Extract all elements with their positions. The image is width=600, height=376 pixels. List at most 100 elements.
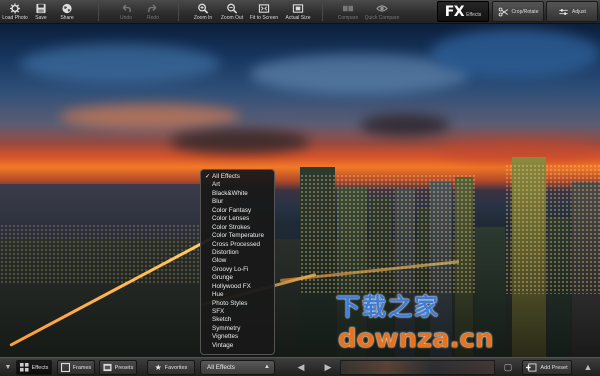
presets-icon xyxy=(103,363,112,372)
tab-favorites-label: Favorites xyxy=(164,364,188,371)
watermark-chinese: 下载之家 xyxy=(336,293,440,321)
dropdown-item[interactable]: Color Strokes xyxy=(201,224,274,232)
redo-arrow-icon xyxy=(148,4,157,13)
dropdown-item-label: Sketch xyxy=(212,316,232,324)
dropdown-item-label: Blur xyxy=(212,198,224,206)
toolbar-divider xyxy=(178,3,179,21)
adjust-button[interactable]: Adjust xyxy=(546,1,598,22)
dropdown-item[interactable]: ✓ All Effects xyxy=(201,173,274,181)
panel-toggle-icon[interactable]: ▼ xyxy=(2,361,14,374)
dropdown-item-label: Color Fantasy xyxy=(212,206,252,214)
zoom-out-button[interactable]: Zoom Out xyxy=(217,0,247,24)
undo-button[interactable]: Undo xyxy=(111,0,141,24)
globe-icon xyxy=(62,3,72,14)
dropdown-item-label: SFX xyxy=(212,308,225,315)
redo-button[interactable]: Redo xyxy=(138,0,168,24)
dropdown-item[interactable]: Hue xyxy=(201,291,274,299)
dropdown-item[interactable]: Color Temperature xyxy=(201,232,274,240)
dropdown-item-label: Vignettes xyxy=(212,333,239,341)
dropdown-item[interactable]: Art xyxy=(201,181,274,189)
sliders-icon xyxy=(559,8,568,15)
photo-canvas[interactable]: 下载之家 downza.cn xyxy=(0,24,600,357)
zoom-out-icon xyxy=(227,3,238,14)
zoom-in-label: Zoom In xyxy=(193,15,213,21)
dropdown-item[interactable]: Symmetry xyxy=(201,325,274,333)
cloud-shape xyxy=(60,104,240,129)
arrow-right-icon: ▶ xyxy=(324,362,332,372)
dropdown-item-label: Distortion xyxy=(212,248,239,256)
effect-thumbnail-strip[interactable] xyxy=(340,360,495,375)
fit-to-screen-button[interactable]: Fit to Screen xyxy=(248,0,280,24)
dropdown-item-label: Glow xyxy=(212,257,227,265)
zoom-in-icon xyxy=(198,3,209,14)
chevron-up-icon: ▲ xyxy=(264,364,270,370)
triangle-up-icon: ▲ xyxy=(583,362,593,372)
actual-size-button[interactable]: Actual Size xyxy=(283,0,313,24)
expand-panel-button[interactable]: ▲ xyxy=(580,361,596,374)
cloud-shape xyxy=(170,129,310,154)
share-button[interactable]: Share xyxy=(52,0,82,24)
tab-effects[interactable]: Effects xyxy=(16,360,52,375)
dropdown-item-label: Vintage xyxy=(212,341,234,349)
fit-screen-icon xyxy=(258,4,270,13)
effects-mode-button[interactable]: FX Effects xyxy=(437,1,489,22)
dropdown-item[interactable]: Blur xyxy=(201,198,274,206)
scroll-left-button[interactable]: ◀ xyxy=(293,361,309,374)
dropdown-item[interactable]: Distortion xyxy=(201,249,274,257)
dropdown-item-label: Black&White xyxy=(212,189,248,197)
dropdown-item[interactable]: Hollywood FX xyxy=(201,283,274,291)
load-photo-label: Load Photo xyxy=(2,15,28,21)
arrow-left-icon: ◀ xyxy=(297,362,305,372)
dropdown-item-label: Groovy Lo-Fi xyxy=(212,265,249,273)
effects-category-dropdown[interactable]: ✓ All Effects Art Black&White Blur Color Fant… xyxy=(200,169,275,355)
quick-compare-label: Quick Compare xyxy=(364,15,400,21)
tab-presets-label: Presets xyxy=(114,364,134,371)
dropdown-item[interactable]: Vintage xyxy=(201,342,274,350)
dropdown-item[interactable]: Groovy Lo-Fi xyxy=(201,266,274,274)
fit-to-screen-label: Fit to Screen xyxy=(249,15,279,21)
effects-mode-label: Effects xyxy=(466,11,482,18)
dropdown-item-label: Color Temperature xyxy=(212,232,265,240)
add-preset-label: Add Preset xyxy=(540,364,568,371)
save-label: Save xyxy=(35,15,47,21)
dropdown-item[interactable]: Color Fantasy xyxy=(201,207,274,215)
dropdown-item[interactable]: Black&White xyxy=(201,190,274,198)
compare-icon xyxy=(342,5,354,12)
tab-presets[interactable]: Presets xyxy=(99,360,137,375)
dropdown-item[interactable]: Vignettes xyxy=(201,333,274,341)
compare-label: Compare xyxy=(337,15,359,21)
cloud-shape xyxy=(360,114,450,136)
cloud-shape xyxy=(20,44,220,84)
effect-category-value: All Effects xyxy=(207,364,235,371)
scroll-right-button[interactable]: ▶ xyxy=(320,361,336,374)
dropdown-item[interactable]: Sketch xyxy=(201,316,274,324)
dropdown-item-label: Symmetry xyxy=(212,324,241,332)
compare-button[interactable]: Compare xyxy=(333,0,363,24)
dropdown-item[interactable]: Glow xyxy=(201,257,274,265)
dropdown-item-label: Hue xyxy=(212,291,224,299)
share-label: Share xyxy=(60,15,74,21)
zoom-in-button[interactable]: Zoom In xyxy=(188,0,218,24)
undo-label: Undo xyxy=(120,15,132,21)
dropdown-item[interactable]: Grunge xyxy=(201,274,274,282)
dropdown-item[interactable]: SFX xyxy=(201,308,274,316)
city-lights xyxy=(505,164,600,294)
zoom-out-label: Zoom Out xyxy=(220,15,244,21)
cloud-shape xyxy=(430,29,600,79)
bottom-bar: ▼ Effects Frames Presets ★ Favorites All… xyxy=(0,357,600,376)
add-preset-button[interactable]: Add Preset xyxy=(522,360,572,375)
preset-view-button[interactable]: ▢ xyxy=(500,361,516,374)
toolbar-divider xyxy=(98,3,99,21)
tab-favorites[interactable]: ★ Favorites xyxy=(147,360,195,375)
tab-frames[interactable]: Frames xyxy=(57,360,95,375)
effect-category-select[interactable]: All Effects ▲ xyxy=(200,360,275,375)
dropdown-item[interactable]: Color Lenses xyxy=(201,215,274,223)
crop-rotate-button[interactable]: Crop/Rotate xyxy=(492,1,544,22)
tab-effects-label: Effects xyxy=(31,364,49,371)
dropdown-item[interactable]: Photo Styles xyxy=(201,300,274,308)
watermark-url: downza.cn xyxy=(338,324,494,354)
quick-compare-button[interactable]: Quick Compare xyxy=(364,0,400,24)
dropdown-item[interactable]: Cross Processed xyxy=(201,241,274,249)
effects-grid-icon xyxy=(19,363,29,372)
eye-icon xyxy=(376,5,388,12)
